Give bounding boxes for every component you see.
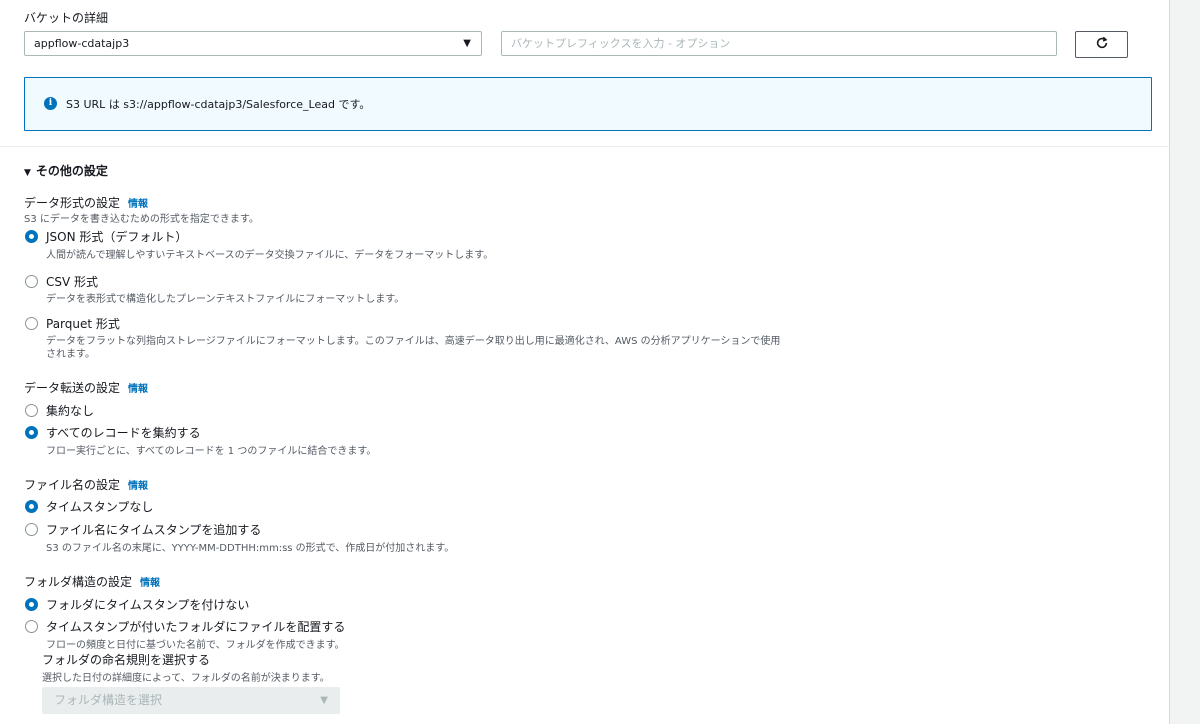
json-format-radio[interactable]: [25, 230, 38, 243]
bucket-details-label: バケットの詳細: [24, 11, 109, 25]
refresh-icon: [1095, 35, 1109, 54]
json-format-label: JSON 形式（デフォルト）: [46, 230, 188, 244]
no-timestamp-radio[interactable]: [25, 500, 38, 513]
bucket-prefix-placeholder: バケットプレフィックスを入力 - オプション: [511, 37, 731, 50]
no-timestamp-label: タイムスタンプなし: [46, 500, 154, 514]
filename-info-link[interactable]: 情報: [128, 481, 148, 492]
s3-url-text: S3 URL は s3://appflow-cdatajp3/Salesforc…: [66, 98, 371, 111]
parquet-format-desc-2: されます。: [46, 349, 95, 360]
no-folder-timestamp-radio[interactable]: [25, 598, 38, 611]
add-timestamp-radio[interactable]: [25, 523, 38, 536]
info-icon: i: [44, 97, 57, 110]
timestamp-folder-label: タイムスタンプが付いたフォルダにファイルを配置する: [46, 620, 346, 634]
destination-details-panel: バケットの詳細 appflow-cdatajp3 ▼ バケットプレフィックスを入…: [0, 0, 1170, 724]
other-settings-toggle[interactable]: ▼ その他の設定: [24, 162, 108, 179]
transfer-heading: データ転送の設定 情報: [24, 379, 148, 396]
caret-expanded-icon: ▼: [24, 168, 31, 178]
csv-format-desc: データを表形式で構造化したプレーンテキストファイルにフォーマットします。: [46, 294, 405, 305]
caret-down-icon: ▼: [463, 38, 471, 49]
folder-naming-title: フォルダの命名規則を選択する: [42, 653, 211, 667]
no-aggregation-label: 集約なし: [46, 404, 95, 418]
transfer-title: データ転送の設定: [24, 381, 121, 395]
folder-structure-placeholder: フォルダ構造を選択: [54, 693, 163, 707]
add-timestamp-label: ファイル名にタイムスタンプを追加する: [46, 523, 262, 537]
folder-naming-desc: 選択した日付の詳細度によって、フォルダの名前が決まります。: [42, 673, 330, 684]
timestamp-folder-desc: フローの頻度と日付に基づいた名前で、フォルダを作成できます。: [46, 640, 345, 651]
bucket-select[interactable]: appflow-cdatajp3 ▼: [24, 31, 482, 56]
aggregate-all-desc: フロー実行ごとに、すべてのレコードを 1 つのファイルに結合できます。: [46, 446, 377, 457]
folder-structure-select[interactable]: フォルダ構造を選択 ▼: [42, 687, 340, 714]
no-aggregation-radio[interactable]: [25, 404, 38, 417]
filename-heading: ファイル名の設定 情報: [24, 476, 148, 493]
folder-title: フォルダ構造の設定: [24, 575, 133, 589]
parquet-format-desc: データをフラットな列指向ストレージファイルにフォーマットします。このファイルは、…: [46, 336, 781, 347]
aggregate-all-radio[interactable]: [25, 426, 38, 439]
data-format-description: S3 にデータを書き込むための形式を指定できます。: [24, 214, 259, 225]
refresh-button[interactable]: [1075, 31, 1128, 58]
other-settings-label: その他の設定: [35, 164, 108, 178]
parquet-format-radio[interactable]: [25, 317, 38, 330]
data-format-title: データ形式の設定: [24, 196, 121, 210]
parquet-format-label: Parquet 形式: [46, 317, 120, 331]
filename-title: ファイル名の設定: [24, 478, 121, 492]
bucket-select-value: appflow-cdatajp3: [34, 37, 130, 50]
bucket-prefix-input[interactable]: バケットプレフィックスを入力 - オプション: [501, 31, 1057, 56]
no-folder-timestamp-label: フォルダにタイムスタンプを付けない: [46, 598, 250, 612]
transfer-info-link[interactable]: 情報: [128, 384, 148, 395]
aggregate-all-label: すべてのレコードを集約する: [46, 426, 201, 440]
json-format-desc: 人間が読んで理解しやすいテキストベースのデータ交換ファイルに、データをフォーマッ…: [46, 250, 494, 261]
add-timestamp-desc: S3 のファイル名の末尾に、YYYY-MM-DDTHH:mm:ss の形式で、作…: [46, 543, 455, 554]
section-divider: [0, 146, 1170, 147]
folder-info-link[interactable]: 情報: [140, 578, 160, 589]
folder-heading: フォルダ構造の設定 情報: [24, 573, 160, 590]
s3-url-alert: i S3 URL は s3://appflow-cdatajp3/Salesfo…: [24, 77, 1152, 131]
csv-format-radio[interactable]: [25, 275, 38, 288]
data-format-heading: データ形式の設定 情報: [24, 194, 148, 211]
data-format-info-link[interactable]: 情報: [128, 199, 148, 210]
timestamp-folder-radio[interactable]: [25, 620, 38, 633]
caret-down-icon: ▼: [320, 695, 328, 706]
csv-format-label: CSV 形式: [46, 275, 99, 289]
right-gutter: [1171, 0, 1200, 724]
